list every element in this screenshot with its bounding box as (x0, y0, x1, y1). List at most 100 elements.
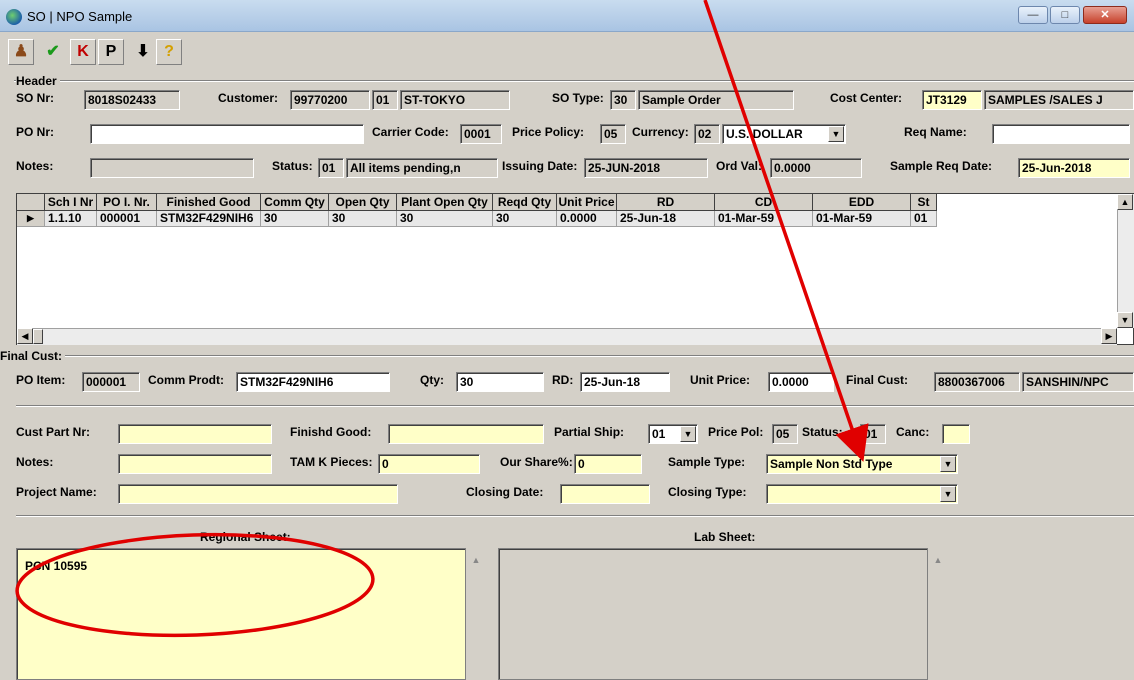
final-cust-code-field: 8800367006 (934, 372, 1020, 392)
col-edd[interactable]: EDD (813, 194, 911, 211)
table-row-cell[interactable]: 30 (397, 211, 493, 227)
col-po-i-nr[interactable]: PO I. Nr. (97, 194, 157, 211)
line-items-grid[interactable]: Sch I Nr PO I. Nr. Finished Good Comm Qt… (16, 193, 1134, 345)
lab-scroll-up-button[interactable]: ▲ (930, 552, 946, 568)
currency-select[interactable]: U.S. DOLLAR ▼ (722, 124, 846, 144)
final-cust-group-label: Final Cust: (0, 349, 65, 363)
scroll-thumb[interactable] (33, 329, 43, 344)
col-sch-i-nr[interactable]: Sch I Nr (45, 194, 97, 211)
col-unit-price[interactable]: Unit Price (557, 194, 617, 211)
issuing-date-field: 25-JUN-2018 (584, 158, 708, 178)
details-separator (16, 405, 1134, 407)
row-selector[interactable]: ▶ (17, 211, 45, 227)
price-pol-label: Price Pol: (708, 425, 764, 439)
chevron-down-icon[interactable]: ▼ (940, 486, 956, 502)
rd-label: RD: (552, 373, 574, 387)
open-record-button[interactable]: ♟ (8, 39, 34, 65)
regional-sheet-textarea[interactable]: PCN 10595 (16, 548, 466, 680)
minimize-button[interactable]: — (1018, 6, 1048, 24)
table-row-cell[interactable]: STM32F429NIH6 (157, 211, 261, 227)
table-row-cell[interactable]: 01-Mar-59 (715, 211, 813, 227)
scroll-down-button[interactable]: ▼ (1117, 312, 1133, 328)
qty-field[interactable]: 30 (456, 372, 544, 392)
regional-scroll-up-button[interactable]: ▲ (468, 552, 484, 568)
download-button[interactable]: ⬇ (130, 39, 156, 65)
ord-val-field: 0.0000 (770, 158, 862, 178)
row-header-corner (17, 194, 45, 211)
table-row-cell[interactable]: 0.0000 (557, 211, 617, 227)
unit-price-field[interactable]: 0.0000 (768, 372, 834, 392)
scroll-left-button[interactable]: ◀ (17, 328, 33, 344)
col-cd[interactable]: CD (715, 194, 813, 211)
col-comm-qty[interactable]: Comm Qty (261, 194, 329, 211)
status-code-field: 01 (318, 158, 344, 178)
canc-input[interactable] (942, 424, 970, 444)
k-button[interactable]: K (70, 39, 96, 65)
comm-prodt-field[interactable]: STM32F429NIH6 (236, 372, 390, 392)
vertical-scrollbar[interactable] (1117, 194, 1134, 328)
help-button[interactable]: ? (156, 39, 182, 65)
cust-part-nr-label: Cust Part Nr: (16, 425, 91, 439)
qty-label: Qty: (420, 373, 444, 387)
our-share-field[interactable]: 0 (574, 454, 642, 474)
so-type-code-field: 30 (610, 90, 636, 110)
status-detail-label: Status: (802, 425, 843, 439)
closing-date-input[interactable] (560, 484, 650, 504)
sample-req-date-field[interactable]: 25-Jun-2018 (1018, 158, 1130, 178)
maximize-button[interactable]: □ (1050, 6, 1080, 24)
sample-type-label: Sample Type: (668, 455, 746, 469)
table-row-cell[interactable]: 01 (911, 211, 937, 227)
currency-name: U.S. DOLLAR (726, 127, 803, 141)
req-name-input[interactable] (992, 124, 1130, 144)
final-cust-label: Final Cust: (846, 373, 908, 387)
notes-label: Notes: (16, 159, 54, 173)
project-name-input[interactable] (118, 484, 398, 504)
confirm-button[interactable]: ✔ (40, 39, 66, 65)
cost-center-code-field[interactable]: JT3129 (922, 90, 982, 110)
closing-type-select[interactable]: ▼ (766, 484, 958, 504)
table-row-cell[interactable]: 30 (329, 211, 397, 227)
price-policy-field: 05 (600, 124, 626, 144)
table-row-cell[interactable]: 30 (493, 211, 557, 227)
close-button[interactable]: ✕ (1083, 6, 1127, 24)
sample-type-select[interactable]: Sample Non Std Type ▼ (766, 454, 958, 474)
tam-k-pieces-field[interactable]: 0 (378, 454, 480, 474)
help-icon: ? (164, 43, 174, 60)
col-st[interactable]: St (911, 194, 937, 211)
so-nr-label: SO Nr: (16, 91, 55, 105)
col-rd[interactable]: RD (617, 194, 715, 211)
lab-sheet-label: Lab Sheet: (694, 530, 756, 544)
col-reqd-qty[interactable]: Reqd Qty (493, 194, 557, 211)
table-row-cell[interactable]: 000001 (97, 211, 157, 227)
table-row-cell[interactable]: 1.1.10 (45, 211, 97, 227)
our-share-label: Our Share%: (500, 455, 573, 469)
table-row-cell[interactable]: 01-Mar-59 (813, 211, 911, 227)
rd-field[interactable]: 25-Jun-18 (580, 372, 670, 392)
p-button[interactable]: P (98, 39, 124, 65)
horizontal-scrollbar[interactable] (17, 328, 1117, 345)
chevron-down-icon[interactable]: ▼ (680, 426, 696, 442)
regional-sheet-label: Regional Sheet: (200, 530, 291, 544)
col-finished-good[interactable]: Finished Good (157, 194, 261, 211)
chevron-down-icon[interactable]: ▼ (940, 456, 956, 472)
partial-ship-label: Partial Ship: (554, 425, 625, 439)
col-open-qty[interactable]: Open Qty (329, 194, 397, 211)
ord-val-label: Ord Val: (716, 159, 763, 173)
header-group-border (14, 80, 1134, 82)
finishd-good-input[interactable] (388, 424, 544, 444)
cust-part-nr-input[interactable] (118, 424, 272, 444)
chevron-down-icon[interactable]: ▼ (828, 126, 844, 142)
table-row-cell[interactable]: 25-Jun-18 (617, 211, 715, 227)
currency-code-field: 02 (694, 124, 720, 144)
scroll-up-button[interactable]: ▲ (1117, 194, 1133, 210)
carrier-code-label: Carrier Code: (372, 125, 449, 139)
table-row-cell[interactable]: 30 (261, 211, 329, 227)
scroll-right-button[interactable]: ▶ (1101, 328, 1117, 344)
po-nr-input[interactable] (90, 124, 364, 144)
closing-type-label: Closing Type: (668, 485, 747, 499)
customer-label: Customer: (218, 91, 279, 105)
customer-name-field: ST-TOKYO (400, 90, 510, 110)
partial-ship-select[interactable]: 01 ▼ (648, 424, 698, 444)
col-plant-open-qty[interactable]: Plant Open Qty (397, 194, 493, 211)
details-notes-input[interactable] (118, 454, 272, 474)
